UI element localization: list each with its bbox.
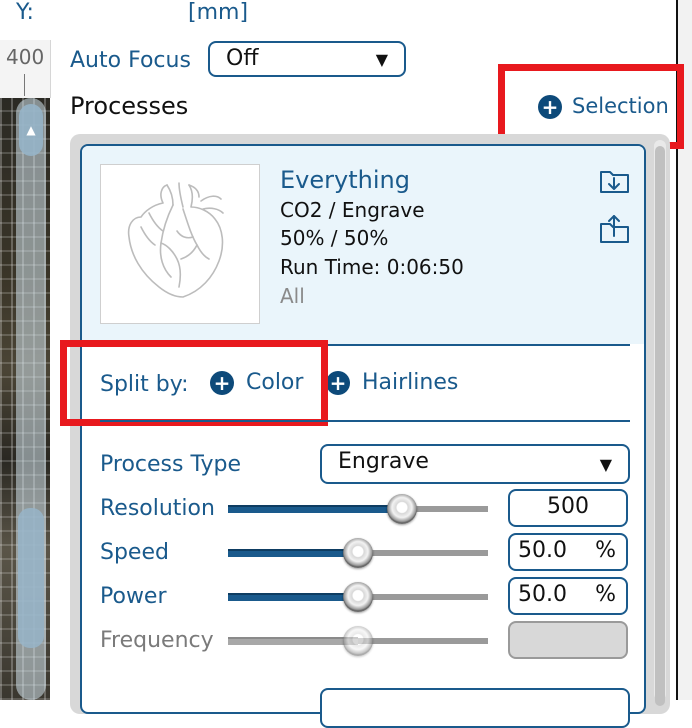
- power-label: Power: [100, 584, 167, 609]
- frequency-input: [508, 621, 628, 659]
- slider-track: [358, 638, 488, 644]
- scroll-up-icon[interactable]: ▲: [19, 104, 43, 156]
- auto-focus-value: Off: [226, 46, 259, 71]
- slider-track-fill: [228, 593, 358, 601]
- slider-track-fill: [228, 505, 402, 513]
- process-laser-mode: CO2 / Engrave: [280, 198, 425, 222]
- ruler-tick: [24, 74, 25, 96]
- frequency-label: Frequency: [100, 628, 214, 653]
- slider-knob[interactable]: [343, 538, 373, 568]
- power-value: 50.0: [518, 582, 567, 607]
- process-name: Everything: [280, 166, 410, 194]
- dropdown-arrow-icon: ▼: [375, 50, 388, 69]
- power-unit: %: [595, 582, 616, 607]
- slider-track: [358, 550, 488, 556]
- ruler-value: 400: [6, 45, 45, 69]
- slider-track-fill: [228, 637, 358, 645]
- divider: [100, 420, 630, 422]
- slider-track-fill: [228, 549, 358, 557]
- heart-icon: [127, 182, 224, 298]
- slider-knob[interactable]: [387, 494, 417, 524]
- speed-label: Speed: [100, 540, 169, 565]
- auto-focus-label: Auto Focus: [70, 48, 191, 73]
- power-slider[interactable]: [228, 582, 488, 612]
- auto-focus-select[interactable]: Off ▼: [208, 41, 406, 77]
- resolution-value: 500: [547, 494, 589, 519]
- process-scope: All: [280, 284, 305, 308]
- process-type-value: Engrave: [338, 449, 429, 474]
- split-hairlines-label: Hairlines: [362, 370, 459, 395]
- dropdown-arrow-icon: ▼: [599, 455, 612, 474]
- process-type-select[interactable]: Engrave ▼: [320, 444, 630, 484]
- resolution-slider[interactable]: [228, 494, 488, 524]
- split-by-hairlines-button[interactable]: + Hairlines: [326, 370, 458, 395]
- resolution-label: Resolution: [100, 496, 215, 521]
- processes-title: Processes: [70, 92, 189, 120]
- slider-track: [358, 594, 488, 600]
- slider-knob: [343, 626, 373, 656]
- slider-knob[interactable]: [343, 582, 373, 612]
- y-coordinate-label: Y:: [16, 0, 34, 25]
- process-list-scroll-thumb[interactable]: [655, 146, 665, 706]
- plus-circle-icon: +: [326, 371, 350, 395]
- export-settings-icon[interactable]: [598, 212, 632, 246]
- next-setting-select[interactable]: [320, 688, 630, 728]
- resolution-input[interactable]: 500: [508, 489, 628, 527]
- speed-unit: %: [595, 538, 616, 563]
- process-run-time: Run Time: 0:06:50: [280, 255, 464, 279]
- unit-label: [mm]: [188, 0, 249, 25]
- canvas-scroll-thumb[interactable]: [18, 508, 44, 648]
- highlight-box: [60, 340, 328, 426]
- power-input[interactable]: 50.0 %: [508, 577, 628, 615]
- process-type-label: Process Type: [100, 452, 241, 477]
- speed-value: 50.0: [518, 538, 567, 563]
- speed-input[interactable]: 50.0 %: [508, 533, 628, 571]
- speed-slider[interactable]: [228, 538, 488, 568]
- process-power-speed: 50% / 50%: [280, 226, 389, 250]
- process-thumbnail: [100, 164, 260, 324]
- load-settings-icon[interactable]: [598, 164, 632, 198]
- frequency-slider: [228, 626, 488, 656]
